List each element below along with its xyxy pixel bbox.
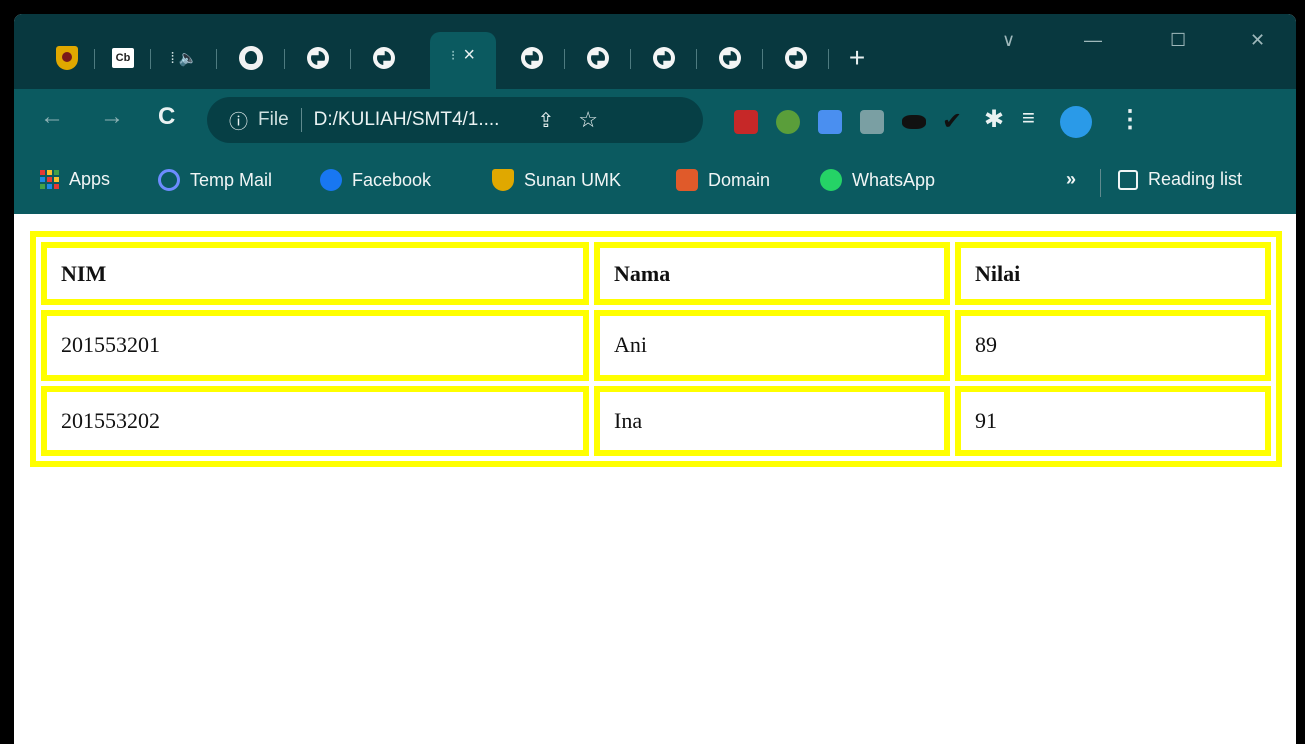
extension-red-icon[interactable]	[734, 110, 758, 134]
forward-arrow-icon[interactable]: →	[100, 103, 124, 131]
globe-icon	[719, 47, 741, 69]
bookmark-facebook[interactable]: Facebook	[320, 169, 431, 191]
bookmark-label: WhatsApp	[852, 169, 936, 190]
column-header-nilai: Nilai	[955, 242, 1271, 305]
cell-nilai: 91	[955, 385, 1271, 456]
tab-globe-3[interactable]	[500, 40, 565, 76]
cell-nilai: 89	[955, 310, 1271, 381]
tab-title: ⁝	[450, 46, 456, 63]
data-table: NIM Nama Nilai 201553201 Ani 89 20155320…	[30, 231, 1282, 467]
share-icon[interactable]: ⇪	[537, 108, 554, 133]
new-tab-button[interactable]: +	[834, 40, 880, 76]
reading-list-button[interactable]: Reading list	[1118, 169, 1242, 190]
bookmark-label: Temp Mail	[190, 169, 273, 190]
audio-icon: ⁞ 🔈	[170, 50, 198, 67]
reload-icon[interactable]: C	[158, 103, 175, 131]
minimize-icon[interactable]: —	[1084, 30, 1102, 51]
at-sign-icon	[158, 169, 180, 191]
browser-window: Cb ⁞ 🔈 ⁝ × + ∨ — ☐ ✕ ← → C ⓘ File D:/KUL…	[14, 14, 1296, 744]
menu-kebab-icon[interactable]: ⋮	[1118, 105, 1142, 134]
tab-globe-5[interactable]	[632, 40, 697, 76]
browser-toolbar: ← → C ⓘ File D:/KULIAH/SMT4/1.... ⇪ ☆ ✔ …	[14, 89, 1296, 152]
bookmark-temp-mail[interactable]: Temp Mail	[158, 169, 272, 191]
tab-active[interactable]: ⁝ ×	[430, 32, 496, 90]
extension-flag-icon[interactable]	[860, 110, 884, 134]
star-icon[interactable]: ☆	[578, 107, 598, 133]
cb-icon: Cb	[112, 48, 134, 68]
address-scheme: File	[258, 109, 289, 130]
tab-globe-2[interactable]	[352, 40, 416, 76]
table-header-row: NIM Nama Nilai	[41, 242, 1271, 305]
maximize-icon[interactable]: ☐	[1170, 30, 1186, 51]
bookmark-sunan-umk[interactable]: Sunan UMK	[492, 169, 621, 191]
tab-globe-1[interactable]	[286, 40, 351, 76]
reading-list-icon	[1118, 169, 1138, 190]
address-url[interactable]: D:/KULIAH/SMT4/1....	[314, 109, 500, 131]
bookmark-label: Facebook	[352, 169, 432, 190]
bookmarks-bar: Apps Temp Mail Facebook Sunan UMK Domain…	[14, 152, 1296, 214]
apps-grid-icon	[40, 170, 59, 189]
tab-cb[interactable]: Cb	[96, 40, 151, 76]
tab-strip: Cb ⁞ 🔈 ⁝ × + ∨ — ☐ ✕	[14, 14, 1296, 90]
tab-github[interactable]	[218, 40, 285, 76]
extension-idm-icon[interactable]	[776, 110, 800, 134]
close-window-icon[interactable]: ✕	[1250, 30, 1265, 51]
tab-close-icon[interactable]: ×	[463, 44, 475, 67]
cell-nim: 201553201	[41, 310, 589, 381]
bookmark-apps[interactable]: Apps	[40, 169, 110, 190]
profile-avatar[interactable]	[1060, 106, 1092, 138]
bookmark-label: Domain	[708, 169, 771, 190]
globe-icon	[587, 47, 609, 69]
back-arrow-icon[interactable]: ←	[40, 103, 64, 131]
domain-icon	[676, 169, 698, 191]
github-icon	[239, 46, 263, 70]
puzzle-icon[interactable]: ✱	[984, 105, 1004, 134]
extension-hat-icon[interactable]	[902, 115, 926, 129]
translate-icon[interactable]	[818, 110, 842, 134]
sunan-umk-icon	[56, 46, 78, 70]
column-header-nama: Nama	[594, 242, 950, 305]
globe-icon	[521, 47, 543, 69]
globe-icon	[785, 47, 807, 69]
address-divider	[300, 108, 302, 132]
bookmark-whatsapp[interactable]: WhatsApp	[820, 169, 935, 191]
page-content: NIM Nama Nilai 201553201 Ani 89 20155320…	[14, 214, 1296, 744]
plus-icon: +	[848, 42, 866, 73]
tab-sunan-umk[interactable]	[40, 40, 95, 76]
bookmark-label: Apps	[69, 169, 111, 189]
tab-globe-4[interactable]	[566, 40, 631, 76]
tab-search-chevron-down-icon[interactable]: ∨	[1002, 30, 1015, 51]
bookmarks-overflow-icon[interactable]: »	[1066, 169, 1076, 190]
globe-icon	[653, 47, 675, 69]
column-header-nim: NIM	[41, 242, 589, 305]
cell-nama: Ani	[594, 310, 950, 381]
tab-globe-7[interactable]	[764, 40, 829, 76]
bookmark-label: Sunan UMK	[524, 169, 622, 190]
facebook-icon	[320, 169, 342, 191]
cell-nama: Ina	[594, 385, 950, 456]
tab-globe-6[interactable]	[698, 40, 763, 76]
globe-icon	[307, 47, 329, 69]
whatsapp-icon	[820, 169, 842, 191]
table-row: 201553201 Ani 89	[41, 310, 1271, 381]
reading-list-label: Reading list	[1148, 169, 1243, 189]
cell-nim: 201553202	[41, 385, 589, 456]
info-icon[interactable]: ⓘ	[229, 107, 248, 134]
tab-audio[interactable]: ⁞ 🔈	[152, 40, 217, 76]
globe-icon	[373, 47, 395, 69]
sunan-umk-icon	[492, 169, 514, 191]
bookmarks-divider	[1100, 169, 1101, 197]
bookmark-domain[interactable]: Domain	[676, 169, 770, 191]
address-bar[interactable]: ⓘ File D:/KULIAH/SMT4/1.... ⇪ ☆	[207, 97, 703, 143]
reading-queue-icon[interactable]: ≡	[1022, 105, 1035, 131]
checkmark-icon[interactable]: ✔	[942, 107, 962, 136]
table-row: 201553202 Ina 91	[41, 385, 1271, 456]
